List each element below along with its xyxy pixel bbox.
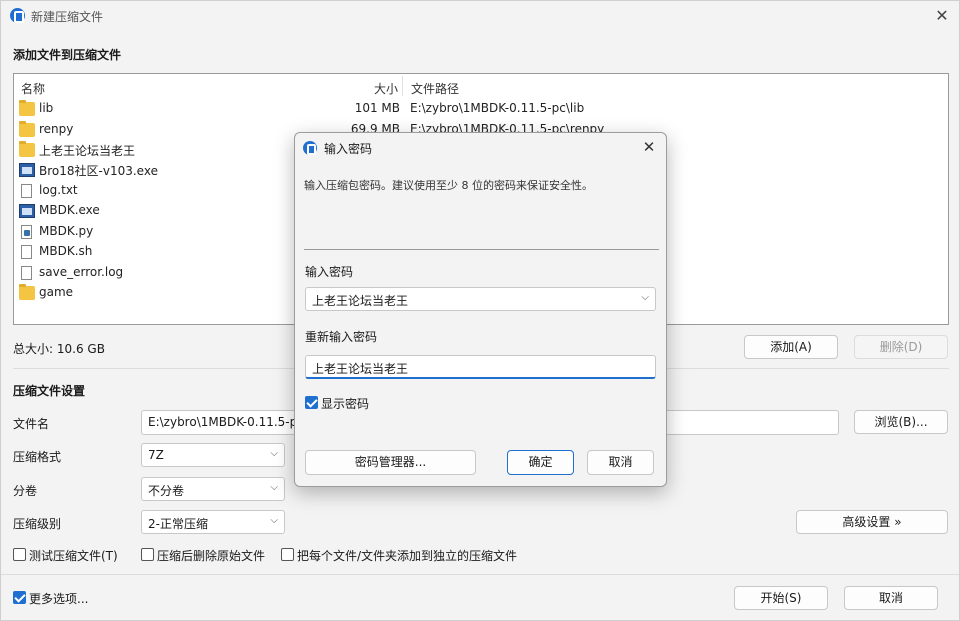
test-archive-checkbox[interactable]	[13, 548, 26, 561]
item-name: lib	[39, 101, 54, 115]
item-name: game	[39, 285, 74, 299]
item-name: log.txt	[39, 183, 78, 197]
dialog-title: 输入密码	[324, 142, 373, 156]
confirm-password-label: 重新输入密码	[305, 330, 378, 344]
item-size: 101 MB	[354, 101, 400, 115]
delete-source-label: 压缩后删除原始文件	[157, 549, 266, 563]
file-icon	[21, 266, 32, 280]
item-name: MBDK.py	[39, 224, 94, 238]
format-value: 7Z	[148, 448, 164, 462]
folder-icon	[19, 284, 35, 300]
folder-icon	[19, 141, 35, 157]
more-options-checkbox[interactable]	[13, 591, 26, 604]
footer-divider	[1, 574, 959, 575]
exe-icon	[19, 204, 35, 218]
show-password-label: 显示密码	[321, 397, 370, 411]
column-header-name[interactable]: 名称	[21, 80, 45, 97]
item-name: Bro18社区-v103.exe	[39, 164, 158, 178]
folder-icon	[19, 100, 35, 116]
column-header-path[interactable]: 文件路径	[411, 80, 459, 97]
item-path: E:\zybro\1MBDK-0.11.5-pc\lib	[410, 101, 585, 115]
remove-button[interactable]: 删除(D)	[854, 335, 948, 359]
close-icon[interactable]: ✕	[931, 5, 953, 27]
level-select[interactable]: 2-正常压缩 ⌵	[141, 510, 285, 534]
dialog-app-icon	[303, 141, 317, 155]
level-label: 压缩级别	[13, 517, 62, 531]
item-name: MBDK.sh	[39, 244, 93, 258]
test-archive-label: 测试压缩文件(T)	[29, 549, 118, 563]
app-icon	[10, 8, 25, 23]
filename-label: 文件名	[13, 417, 50, 431]
item-name: save_error.log	[39, 265, 124, 279]
format-select[interactable]: 7Z ⌵	[141, 443, 285, 467]
start-button[interactable]: 开始(S)	[734, 586, 828, 610]
browse-button[interactable]: 浏览(B)...	[854, 410, 948, 434]
column-header-size[interactable]: 大小	[374, 80, 398, 97]
separate-archives-checkbox[interactable]	[281, 548, 294, 561]
split-select[interactable]: 不分卷 ⌵	[141, 477, 285, 501]
item-name: MBDK.exe	[39, 203, 100, 217]
chevron-down-icon: ⌵	[270, 482, 278, 493]
delete-source-checkbox[interactable]	[141, 548, 154, 561]
password-dialog: 输入密码 ✕ 输入压缩包密码。建议使用至少 8 位的密码来保证安全性。 输入密码…	[294, 132, 667, 487]
chevron-down-icon: ⌵	[641, 292, 649, 303]
split-value: 不分卷	[148, 484, 185, 498]
password-value: 上老王论坛当老王	[312, 294, 409, 308]
password-label: 输入密码	[305, 265, 354, 279]
folder-icon	[19, 121, 35, 137]
python-file-icon	[21, 225, 32, 239]
add-button[interactable]: 添加(A)	[744, 335, 838, 359]
file-icon	[21, 245, 32, 259]
list-item[interactable]: lib 101 MB E:\zybro\1MBDK-0.11.5-pc\lib	[14, 99, 948, 119]
file-icon	[21, 184, 32, 198]
split-label: 分卷	[13, 484, 38, 498]
total-size: 总大小: 10.6 GB	[13, 342, 105, 356]
dialog-divider	[304, 249, 659, 250]
chevron-down-icon: ⌵	[270, 515, 278, 526]
more-options-label: 更多选项...	[29, 592, 89, 606]
dialog-description: 输入压缩包密码。建议使用至少 8 位的密码来保证安全性。	[304, 179, 593, 192]
title-bar: 新建压缩文件 ✕	[1, 1, 959, 31]
level-value: 2-正常压缩	[148, 517, 208, 531]
password-manager-button[interactable]: 密码管理器...	[305, 450, 476, 475]
show-password-checkbox[interactable]	[305, 396, 318, 409]
chevron-down-icon: ⌵	[270, 448, 278, 459]
dialog-cancel-button[interactable]: 取消	[587, 450, 654, 475]
item-name: 上老王论坛当老王	[39, 144, 136, 158]
settings-heading: 压缩文件设置	[13, 384, 86, 398]
confirm-password-input[interactable]: 上老王论坛当老王	[305, 355, 656, 379]
separate-archives-label: 把每个文件/文件夹添加到独立的压缩文件	[297, 549, 518, 563]
advanced-settings-button[interactable]: 高级设置 »	[796, 510, 948, 534]
password-input[interactable]: 上老王论坛当老王 ⌵	[305, 287, 656, 311]
add-section-heading: 添加文件到压缩文件	[13, 48, 122, 62]
format-label: 压缩格式	[13, 450, 62, 464]
cancel-button[interactable]: 取消	[844, 586, 938, 610]
window-title: 新建压缩文件	[31, 10, 104, 24]
item-name: renpy	[39, 122, 74, 136]
dialog-close-icon[interactable]: ✕	[638, 136, 660, 158]
column-separator[interactable]	[402, 76, 403, 96]
exe-icon	[19, 163, 35, 177]
dialog-ok-button[interactable]: 确定	[507, 450, 574, 475]
